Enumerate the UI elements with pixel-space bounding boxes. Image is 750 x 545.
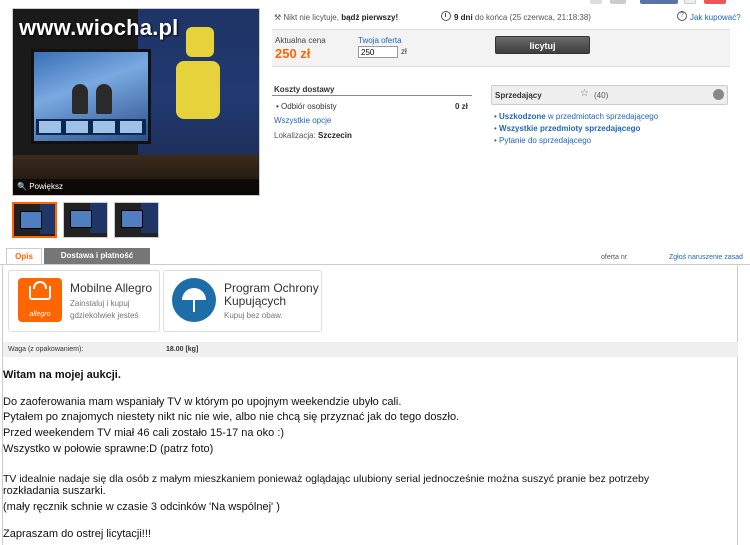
description-line: rozkładania suszarki. bbox=[3, 485, 106, 497]
shipping-option: • Odbiór osobisty bbox=[276, 102, 337, 111]
current-price-label: Aktualna cena bbox=[275, 36, 326, 45]
thumbnail-3[interactable] bbox=[114, 202, 159, 238]
seller-link-text: Pytanie do sprzedającego bbox=[499, 136, 592, 145]
thumbnail-1[interactable] bbox=[12, 202, 57, 238]
offer-currency: zł bbox=[401, 47, 407, 56]
seller-link-bold: Uszkodzone bbox=[499, 112, 546, 121]
alert-button[interactable] bbox=[704, 0, 726, 4]
enlarge-button[interactable]: 🔍 Powiększ bbox=[13, 179, 259, 195]
weight-label: Waga (z opakowaniem): bbox=[8, 346, 84, 353]
enlarge-label: Powiększ bbox=[29, 182, 63, 191]
offer-number-label: oferta nr bbox=[601, 254, 628, 261]
photo-person bbox=[96, 84, 112, 114]
location-value: Szczecin bbox=[318, 131, 352, 140]
watermark: www.wiocha.pl bbox=[19, 15, 179, 40]
description-line: (mały ręcznik schnie w czasie 3 odcinków… bbox=[3, 501, 280, 513]
current-price: 250 zł bbox=[275, 46, 311, 61]
description-closing: Zapraszam do ostrej licytacji!!! bbox=[3, 528, 151, 540]
allegro-basket-icon: allegro bbox=[18, 278, 62, 322]
bids-status: ⚒ Nikt nie licytuje, bądź pierwszy! bbox=[274, 13, 398, 22]
time-remaining: 9 dni do końca (25 czerwca, 21:18:38) bbox=[454, 13, 591, 22]
description-line: Pytałem po znajomych niestety nikt nic n… bbox=[3, 411, 460, 423]
weight-row bbox=[3, 342, 738, 357]
description-heading: Witam na mojej aukcji. bbox=[3, 369, 121, 381]
offer-input[interactable] bbox=[358, 46, 398, 58]
shipping-title: Koszty dostawy bbox=[274, 85, 335, 94]
ask-seller-link[interactable]: • Pytanie do sprzedającego bbox=[494, 136, 591, 145]
seller-rating: (40) bbox=[594, 91, 609, 100]
star-icon: ☆ bbox=[580, 88, 589, 99]
google-plus-button[interactable] bbox=[610, 0, 626, 4]
photo-sponge-body bbox=[176, 61, 220, 119]
how-to-buy-link[interactable]: Jak kupować? bbox=[690, 13, 741, 22]
seller-damaged-items-link[interactable]: • Uszkodzone w przedmiotach sprzedająceg… bbox=[494, 112, 658, 121]
all-shipping-options-link[interactable]: Wszystkie opcje bbox=[274, 116, 331, 125]
hammer-icon: ⚒ bbox=[274, 13, 282, 22]
seller-link-text: w przedmiotach sprzedającego bbox=[545, 112, 659, 121]
location-label: Lokalizacja: bbox=[274, 131, 316, 140]
help-icon[interactable]: ? bbox=[677, 11, 687, 21]
bids-status-bold: bądź pierwszy! bbox=[341, 13, 399, 22]
bids-status-text: Nikt nie licytuje, bbox=[283, 13, 339, 22]
mobile-allegro-sub-2: gdziekolwiek jesteś bbox=[70, 311, 139, 320]
buyer-protection-title-1: Program Ochrony bbox=[224, 281, 319, 295]
seller-link-bold: Wszystkie przedmioty sprzedającego bbox=[499, 124, 641, 133]
description-line: Przed weekendem TV miał 46 cali zostało … bbox=[3, 427, 285, 439]
shipping-option-label: Odbiór osobisty bbox=[281, 102, 337, 111]
description-line: Wszystko w połowie sprawne:D (patrz foto… bbox=[3, 443, 214, 455]
bid-button[interactable]: licytuj bbox=[495, 36, 590, 54]
time-remaining-end: do końca (25 czerwca, 21:18:38) bbox=[474, 13, 591, 22]
facebook-like-button[interactable] bbox=[640, 0, 678, 4]
allegro-icon-word: allegro bbox=[29, 311, 51, 318]
photo-person bbox=[72, 84, 88, 114]
seller-label: Sprzedający bbox=[495, 91, 542, 100]
shipping-divider bbox=[272, 95, 472, 96]
buyer-protection-title-2: Kupujących bbox=[224, 294, 287, 308]
shipping-option-price: 0 zł bbox=[455, 102, 468, 111]
tab-delivery-payment[interactable]: Dostawa i płatność bbox=[44, 248, 150, 264]
main-photo[interactable]: www.wiocha.pl 🔍 Powiększ bbox=[12, 8, 260, 196]
umbrella-icon bbox=[172, 278, 216, 322]
photo-sponge-head bbox=[186, 27, 214, 57]
tab-description[interactable]: Opis bbox=[6, 248, 42, 265]
magnifier-icon: 🔍 bbox=[17, 182, 27, 191]
location: Lokalizacja: Szczecin bbox=[274, 131, 352, 140]
seller-all-items-link[interactable]: • Wszystkie przedmioty sprzedającego bbox=[494, 124, 640, 133]
share-button[interactable] bbox=[590, 0, 602, 4]
weight-value: 18.00 [kg] bbox=[166, 346, 199, 353]
report-violation-link[interactable]: Zgłoś naruszenie zasad bbox=[669, 254, 743, 261]
your-offer-label[interactable]: Twoja oferta bbox=[358, 36, 402, 45]
seller-expand-icon[interactable] bbox=[713, 89, 724, 100]
description-line: Do zaoferowania mam wspaniały TV w który… bbox=[3, 396, 402, 408]
thumbnail-2[interactable] bbox=[63, 202, 108, 238]
mobile-allegro-sub-1: Zainstaluj i kupuj bbox=[70, 299, 130, 308]
clock-icon bbox=[441, 11, 451, 21]
photo-tv-menu bbox=[36, 119, 146, 135]
photo-tv-screen bbox=[31, 49, 151, 144]
buyer-protection-sub: Kupuj bez obaw. bbox=[224, 311, 283, 320]
mobile-allegro-title: Mobilne Allegro bbox=[70, 281, 153, 295]
add-button[interactable] bbox=[684, 0, 696, 4]
time-remaining-days: 9 dni bbox=[454, 13, 473, 22]
